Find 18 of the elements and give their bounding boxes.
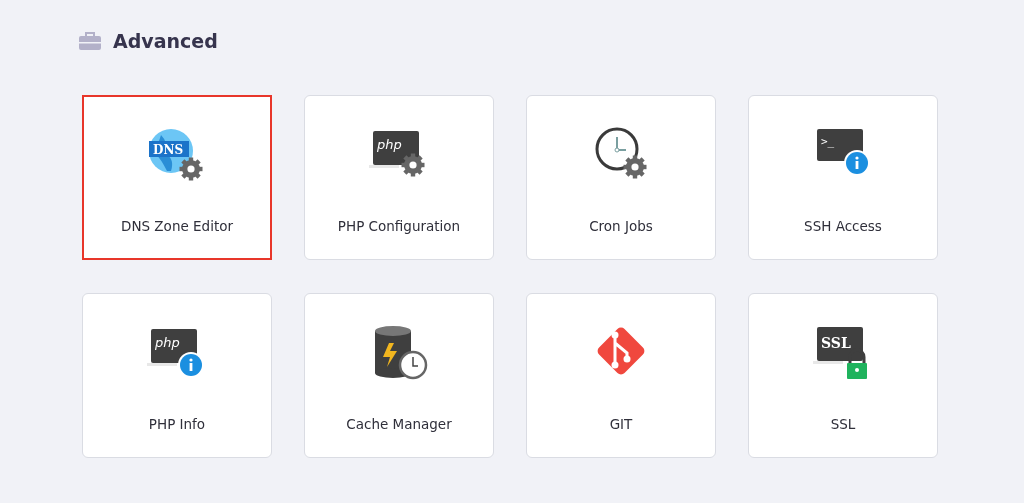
tool-label: SSL	[830, 416, 856, 432]
tool-card[interactable]: SSL SSL	[748, 293, 938, 458]
toolbox-icon	[79, 32, 101, 50]
tool-label: SSH Access	[804, 218, 882, 234]
tool-card[interactable]: GIT	[526, 293, 716, 458]
tool-card[interactable]: php PHP Info	[82, 293, 272, 458]
tool-label: GIT	[609, 416, 633, 432]
section-title: Advanced	[113, 30, 218, 52]
tool-card[interactable]: Cron Jobs	[526, 95, 716, 260]
tool-card[interactable]: >_ SSH Access	[748, 95, 938, 260]
tool-card[interactable]: Cache Manager	[304, 293, 494, 458]
tool-label: DNS Zone Editor	[121, 218, 233, 234]
tool-label: Cache Manager	[346, 416, 452, 432]
tool-label: Cron Jobs	[589, 218, 653, 234]
tool-card[interactable]: php PHP Configuration	[304, 95, 494, 260]
tool-label: PHP Configuration	[337, 218, 461, 234]
tool-label: PHP Info	[148, 416, 206, 432]
tool-card[interactable]: DNS DNS Zone Editor	[82, 95, 272, 260]
